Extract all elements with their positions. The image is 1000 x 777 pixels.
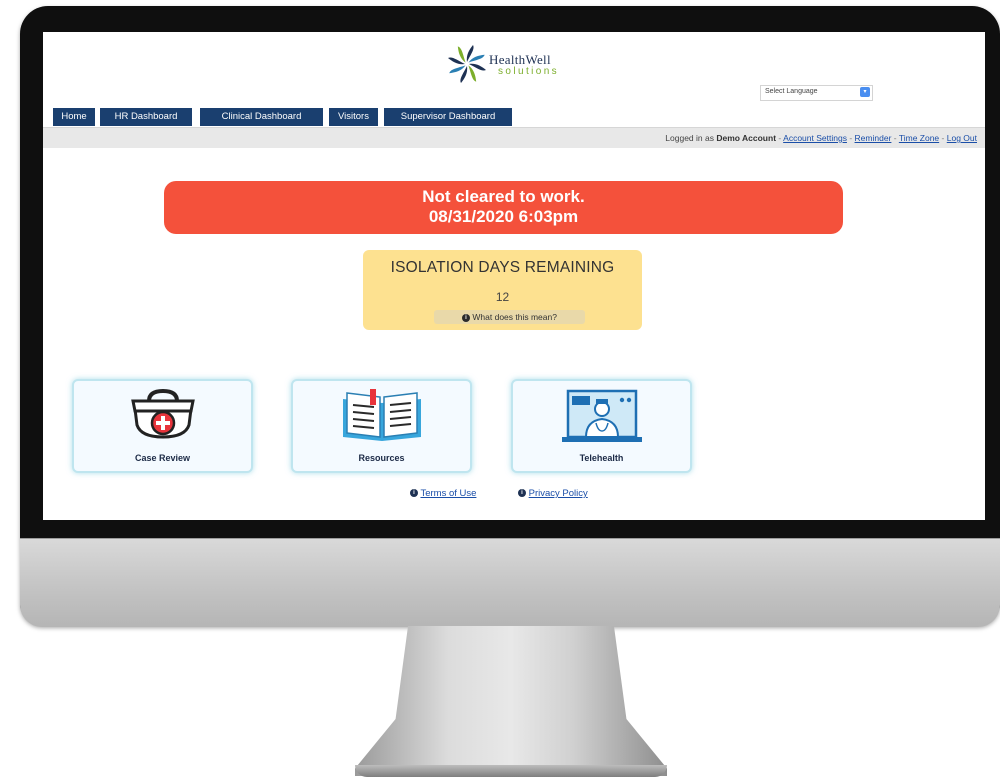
isolation-help-button[interactable]: i What does this mean? xyxy=(434,310,585,324)
info-icon: i xyxy=(518,489,526,498)
clearance-status-text: Not cleared to work. xyxy=(422,187,585,206)
telehealth-label: Telehealth xyxy=(579,453,624,463)
logged-in-prefix: Logged in as xyxy=(665,133,714,143)
open-book-icon xyxy=(342,389,421,441)
clearance-status-alert: Not cleared to work. 08/31/2020 6:03pm xyxy=(164,181,843,234)
brand-logo[interactable]: HealthWell solutions xyxy=(445,44,577,88)
logged-in-user: Demo Account xyxy=(716,133,777,143)
screen: HealthWell solutions Select Language ▾ H… xyxy=(43,32,985,520)
clearance-status-timestamp: 08/31/2020 6:03pm xyxy=(428,207,579,226)
info-icon: i xyxy=(462,313,471,322)
brand-subtitle: solutions xyxy=(498,66,560,77)
telehealth-monitor-icon xyxy=(561,389,642,442)
isolation-help-label: What does this mean? xyxy=(472,312,557,322)
privacy-policy-label[interactable]: Privacy Policy xyxy=(529,488,588,499)
logo-mark-icon xyxy=(448,45,486,83)
language-select[interactable]: Select Language ▾ xyxy=(760,85,873,101)
isolation-days-panel: ISOLATION DAYS REMAINING 12 i What does … xyxy=(363,250,642,330)
chevron-down-icon: ▾ xyxy=(860,87,870,97)
account-settings-link[interactable]: Account Settings xyxy=(783,133,847,143)
isolation-days-count: 12 xyxy=(495,290,510,304)
nav-home-button[interactable]: Home xyxy=(53,108,95,126)
log-out-link[interactable]: Log Out xyxy=(947,133,977,143)
user-bar-content: Logged in as Demo Account - Account Sett… xyxy=(665,133,977,143)
medical-kit-icon xyxy=(130,388,195,439)
privacy-policy-link[interactable]: i Privacy Policy xyxy=(518,488,588,499)
terms-of-use-label[interactable]: Terms of Use xyxy=(420,488,476,499)
reminder-link[interactable]: Reminder xyxy=(855,133,892,143)
monitor-stand xyxy=(355,626,667,776)
user-bar: Logged in as Demo Account - Account Sett… xyxy=(43,127,985,148)
nav-supervisor-dashboard-button[interactable]: Supervisor Dashboard xyxy=(384,108,512,126)
monitor-stand-base xyxy=(355,765,667,777)
resources-label: Resources xyxy=(358,453,405,463)
resources-card[interactable]: Resources xyxy=(291,379,472,473)
nav-visitors-button[interactable]: Visitors xyxy=(329,108,378,126)
nav-hr-dashboard-button[interactable]: HR Dashboard xyxy=(100,108,192,126)
case-review-label: Case Review xyxy=(134,453,191,463)
terms-of-use-link[interactable]: i Terms of Use xyxy=(410,488,476,499)
language-select-label: Select Language xyxy=(765,88,818,95)
telehealth-card[interactable]: Telehealth xyxy=(511,379,692,473)
nav-clinical-dashboard-button[interactable]: Clinical Dashboard xyxy=(200,108,323,126)
isolation-days-title: ISOLATION DAYS REMAINING xyxy=(390,259,615,276)
time-zone-link[interactable]: Time Zone xyxy=(899,133,939,143)
info-icon: i xyxy=(410,489,418,498)
case-review-card[interactable]: Case Review xyxy=(72,379,253,473)
monitor-chin xyxy=(20,538,1000,627)
